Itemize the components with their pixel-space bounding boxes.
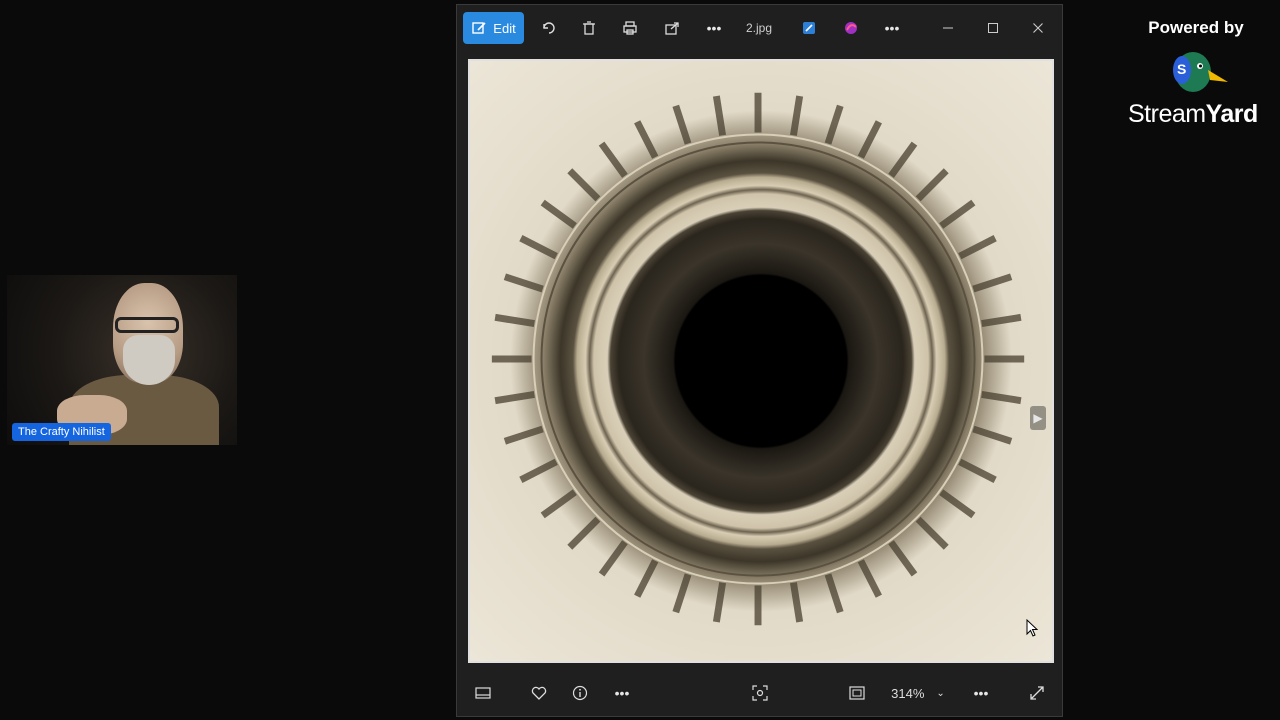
iris-ray <box>503 273 544 293</box>
mouse-cursor-icon <box>1026 619 1038 637</box>
iris-ray <box>972 273 1013 293</box>
close-icon <box>1033 23 1043 33</box>
svg-text:S: S <box>1177 61 1186 77</box>
webcam-feed <box>7 275 237 445</box>
photo-viewer-window: Edit ••• 2.jpg ••• ▶ ••• 314% ⌄ ••• <box>456 4 1063 717</box>
print-button[interactable] <box>614 12 646 44</box>
iris-ray <box>958 235 997 260</box>
share-button[interactable] <box>656 12 688 44</box>
iris-ray <box>672 104 692 145</box>
file-name: 2.jpg <box>745 21 773 35</box>
filmstrip-button[interactable] <box>470 680 496 706</box>
paint-icon <box>803 22 815 34</box>
fullscreen-button[interactable] <box>1024 680 1050 706</box>
paint-button[interactable] <box>793 12 825 44</box>
view-icon <box>752 685 768 701</box>
chevron-down-icon: ⌄ <box>936 687 945 699</box>
iris-ray <box>598 540 628 577</box>
iris-ray <box>567 168 601 202</box>
wordmark-stream: Stream <box>1128 100 1206 128</box>
iris-ray <box>519 235 558 260</box>
iris-ray <box>857 559 882 598</box>
iris-ray <box>824 573 844 614</box>
iris-ray <box>790 582 804 623</box>
rotate-icon <box>543 22 555 34</box>
delete-icon <box>583 21 595 35</box>
more-icon: ••• <box>614 685 630 701</box>
wordmark-yard: Yard <box>1205 100 1259 128</box>
iris-ray <box>634 559 659 598</box>
edit-button[interactable]: Edit <box>463 12 524 44</box>
zoom-level: 314% <box>891 685 925 701</box>
play-right-icon: ▶ <box>1033 411 1043 425</box>
streamyard-duck-logo: S <box>1173 52 1228 92</box>
minimize-icon <box>943 27 953 29</box>
image-canvas: ▶ <box>468 59 1054 663</box>
info-icon <box>572 685 588 701</box>
zoom-dropdown[interactable]: 314% ⌄ <box>881 680 955 706</box>
iris-ray <box>598 141 628 178</box>
speaker-name-tag: The Crafty Nihilist <box>12 423 111 441</box>
iris-ray <box>712 582 727 623</box>
view-button[interactable] <box>747 680 773 706</box>
fit-button[interactable] <box>844 680 870 706</box>
edit-icon <box>472 22 486 34</box>
iris-ray <box>972 425 1013 445</box>
iris-ray <box>915 516 949 550</box>
more-icon: ••• <box>706 20 722 36</box>
iris-ray <box>981 391 1022 405</box>
iris-ray <box>519 458 558 483</box>
iris-ray <box>634 120 659 159</box>
info-button[interactable] <box>567 680 593 706</box>
fit-icon <box>849 686 865 700</box>
close-button[interactable] <box>1022 12 1054 44</box>
viewer-bottombar: ••• 314% ⌄ ••• <box>457 670 1062 716</box>
iris-ray <box>712 95 727 136</box>
more-icon: ••• <box>973 685 989 701</box>
iris-ray <box>939 199 976 229</box>
more-button[interactable]: ••• <box>698 12 730 44</box>
more-button-bottom-2[interactable]: ••• <box>968 680 994 706</box>
streamyard-wordmark: StreamYard <box>1128 100 1258 129</box>
iris-ray <box>540 489 577 519</box>
more-button-2[interactable]: ••• <box>876 12 908 44</box>
edit-label: Edit <box>493 20 516 36</box>
favorite-icon <box>531 686 547 700</box>
viewer-toolbar: Edit ••• 2.jpg ••• <box>457 5 1062 49</box>
iris-ray <box>494 391 535 405</box>
next-image-button[interactable]: ▶ <box>1030 406 1046 430</box>
delete-button[interactable] <box>573 12 605 44</box>
iris-ray <box>824 104 844 145</box>
iris-ray <box>958 458 997 483</box>
iris-ray <box>915 168 949 202</box>
favorite-button[interactable] <box>526 680 552 706</box>
person-glasses <box>115 317 179 333</box>
filmstrip-icon <box>475 687 491 699</box>
iris-ray <box>494 313 535 328</box>
print-icon <box>623 21 637 35</box>
iris-ray <box>567 516 601 550</box>
more-icon: ••• <box>884 20 900 36</box>
iris-ray <box>857 120 882 159</box>
iris-ray <box>981 313 1022 328</box>
powered-by-label: Powered by <box>1148 18 1244 37</box>
fullscreen-icon <box>1030 686 1044 700</box>
person-beard <box>123 335 175 385</box>
iris-ray <box>540 199 577 229</box>
maximize-icon <box>988 23 998 33</box>
iris-ray <box>939 489 976 519</box>
rotate-button[interactable] <box>533 12 565 44</box>
iris-ray <box>790 95 804 136</box>
maximize-button[interactable] <box>977 12 1009 44</box>
more-button-bottom[interactable]: ••• <box>609 680 635 706</box>
share-icon <box>665 22 679 35</box>
minimize-button[interactable] <box>932 12 964 44</box>
iris-ray <box>672 573 692 614</box>
iris-ray <box>888 540 918 577</box>
iris-illustration <box>491 92 1025 626</box>
designer-button[interactable] <box>835 12 867 44</box>
iris-ray <box>888 141 918 178</box>
iris-ray <box>503 425 544 445</box>
designer-icon <box>845 22 857 34</box>
